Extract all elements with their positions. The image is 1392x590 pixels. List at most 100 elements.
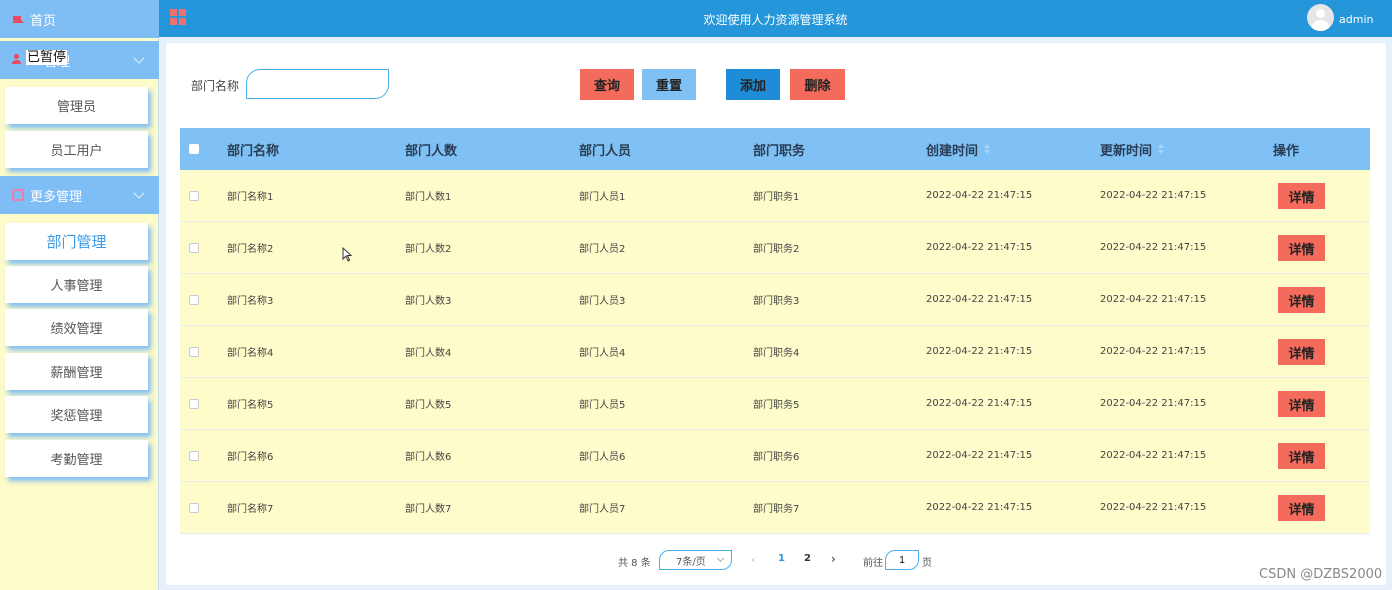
next-page-button[interactable]: › bbox=[831, 552, 836, 566]
window-icon bbox=[12, 189, 24, 201]
sidebar-item-reward[interactable]: 奖惩管理 bbox=[5, 396, 148, 433]
cell-position: 部门职务2 bbox=[753, 244, 800, 255]
detail-button[interactable]: 详情 bbox=[1278, 287, 1325, 313]
table-row[interactable]: 部门名称6 部门人数6 部门人员6 部门职务6 2022-04-22 21:47:15 2… bbox=[180, 430, 1370, 482]
sidebar-item-label: 人事管理 bbox=[50, 279, 103, 294]
table-row[interactable]: 部门名称4 部门人数4 部门人员4 部门职务4 2022-04-22 21:47:15 2… bbox=[180, 326, 1370, 378]
prev-page-button[interactable]: ‹ bbox=[751, 553, 755, 566]
detail-button[interactable]: 详情 bbox=[1278, 339, 1325, 365]
header-created-label: 创建时间 bbox=[926, 143, 979, 159]
department-name-input[interactable] bbox=[246, 69, 389, 99]
table-row[interactable]: 部门名称1 部门人数1 部门人员1 部门职务1 2022-04-22 21:47:15 2… bbox=[180, 170, 1370, 222]
cell-updated: 2022-04-22 21:47:15 bbox=[1100, 190, 1207, 201]
table-row[interactable]: 部门名称7 部门人数7 部门人员7 部门职务7 2022-04-22 21:47:15 2… bbox=[180, 482, 1370, 534]
cell-updated: 2022-04-22 21:47:15 bbox=[1100, 398, 1207, 409]
cell-count: 部门人数7 bbox=[405, 504, 452, 515]
goto-page-input[interactable] bbox=[885, 550, 919, 570]
cell-created: 2022-04-22 21:47:15 bbox=[926, 242, 1033, 253]
page-1[interactable]: 1 bbox=[778, 553, 785, 564]
select-all-checkbox[interactable] bbox=[189, 144, 199, 154]
user-icon bbox=[12, 54, 24, 66]
cell-position: 部门职务3 bbox=[753, 296, 800, 307]
paused-overlay: 已暂停 bbox=[26, 50, 68, 65]
table-row[interactable]: 部门名称3 部门人数3 部门人员3 部门职务3 2022-04-22 21:47:15 2… bbox=[180, 274, 1370, 326]
row-checkbox[interactable] bbox=[189, 450, 199, 461]
cell-position: 部门职务1 bbox=[753, 192, 800, 203]
row-checkbox[interactable] bbox=[189, 398, 199, 409]
cell-members: 部门人员1 bbox=[579, 192, 626, 203]
detail-button[interactable]: 详情 bbox=[1278, 391, 1325, 417]
header-members: 部门人员 bbox=[579, 143, 632, 159]
table-header: 部门名称 部门人数 部门人员 部门职务 创建时间 更新时间 操作 bbox=[180, 128, 1370, 170]
header-updated[interactable]: 更新时间 bbox=[1100, 128, 1165, 170]
sort-icon[interactable] bbox=[984, 144, 991, 154]
cell-created: 2022-04-22 21:47:15 bbox=[926, 294, 1033, 305]
detail-button[interactable]: 详情 bbox=[1278, 183, 1325, 209]
sidebar-item-attendance[interactable]: 考勤管理 bbox=[5, 440, 148, 477]
page-2[interactable]: 2 bbox=[804, 553, 811, 564]
cell-name: 部门名称6 bbox=[227, 452, 274, 463]
search-label: 部门名称 bbox=[191, 79, 240, 93]
row-checkbox[interactable] bbox=[189, 242, 199, 253]
cell-count: 部门人数5 bbox=[405, 400, 452, 411]
cell-updated: 2022-04-22 21:47:15 bbox=[1100, 450, 1207, 461]
sidebar-item-staff[interactable]: 员工用户 bbox=[5, 131, 148, 168]
sidebar-home[interactable]: 首页 bbox=[0, 0, 159, 38]
query-button[interactable]: 查询 bbox=[580, 69, 634, 100]
row-checkbox[interactable] bbox=[189, 294, 199, 305]
detail-button[interactable]: 详情 bbox=[1278, 443, 1325, 469]
sidebar-item-performance[interactable]: 绩效管理 bbox=[5, 309, 148, 346]
cell-name: 部门名称7 bbox=[227, 504, 274, 515]
sidebar-group-manage[interactable]: 管理 bbox=[0, 41, 159, 79]
cell-count: 部门人数4 bbox=[405, 348, 452, 359]
cell-name: 部门名称4 bbox=[227, 348, 274, 359]
row-checkbox[interactable] bbox=[189, 190, 199, 201]
avatar[interactable] bbox=[1307, 4, 1334, 31]
table-row[interactable]: 部门名称2 部门人数2 部门人员2 部门职务2 2022-04-22 21:47:15 2… bbox=[180, 222, 1370, 274]
cell-position: 部门职务7 bbox=[753, 504, 800, 515]
cell-position: 部门职务5 bbox=[753, 400, 800, 411]
cell-name: 部门名称1 bbox=[227, 192, 274, 203]
cell-created: 2022-04-22 21:47:15 bbox=[926, 502, 1033, 513]
cell-created: 2022-04-22 21:47:15 bbox=[926, 190, 1033, 201]
table-row[interactable]: 部门名称5 部门人数5 部门人员5 部门职务5 2022-04-22 21:47:15 2… bbox=[180, 378, 1370, 430]
cell-count: 部门人数1 bbox=[405, 192, 452, 203]
detail-button[interactable]: 详情 bbox=[1278, 495, 1325, 521]
sidebar-item-admin[interactable]: 管理员 bbox=[5, 87, 148, 124]
chevron-up-icon bbox=[133, 52, 145, 64]
sidebar-item-label: 管理员 bbox=[56, 100, 96, 115]
sidebar-item-label: 员工用户 bbox=[50, 144, 103, 159]
sidebar-item-label: 薪酬管理 bbox=[50, 366, 103, 381]
sidebar-item-department[interactable]: 部门管理 bbox=[5, 223, 148, 260]
cell-name: 部门名称5 bbox=[227, 400, 274, 411]
app-title: 欢迎使用人力资源管理系统 bbox=[703, 13, 848, 27]
add-button[interactable]: 添加 bbox=[726, 69, 780, 100]
header-actions: 操作 bbox=[1273, 143, 1300, 159]
user-name[interactable]: admin bbox=[1339, 13, 1373, 26]
cell-position: 部门职务4 bbox=[753, 348, 800, 359]
delete-button[interactable]: 删除 bbox=[790, 69, 845, 100]
page-size-select[interactable]: 7条/页 bbox=[659, 550, 732, 570]
sidebar-item-salary[interactable]: 薪酬管理 bbox=[5, 353, 148, 390]
sidebar-item-label: 奖惩管理 bbox=[50, 409, 103, 424]
chevron-down-icon bbox=[716, 554, 725, 563]
chevron-up-icon bbox=[133, 187, 145, 199]
home-icon bbox=[12, 11, 24, 23]
department-table: 部门名称 部门人数 部门人员 部门职务 创建时间 更新时间 操作 部门名称1 部门… bbox=[180, 128, 1370, 534]
header-created[interactable]: 创建时间 bbox=[926, 128, 991, 170]
reset-button[interactable]: 重置 bbox=[642, 69, 696, 100]
sort-icon[interactable] bbox=[1158, 144, 1165, 154]
detail-button[interactable]: 详情 bbox=[1278, 235, 1325, 261]
cell-members: 部门人员3 bbox=[579, 296, 626, 307]
row-checkbox[interactable] bbox=[189, 502, 199, 513]
row-checkbox[interactable] bbox=[189, 346, 199, 357]
sidebar-group-more[interactable]: 更多管理 bbox=[0, 176, 159, 214]
page-size-value: 7条/页 bbox=[676, 556, 706, 568]
content-panel: 部门名称 查询 重置 添加 删除 部门名称 部门人数 部门人员 部门职务 创建时… bbox=[166, 43, 1386, 585]
page-suffix: 页 bbox=[922, 558, 932, 569]
cell-name: 部门名称2 bbox=[227, 244, 274, 255]
cell-members: 部门人员5 bbox=[579, 400, 626, 411]
cell-updated: 2022-04-22 21:47:15 bbox=[1100, 502, 1207, 513]
header-count: 部门人数 bbox=[405, 143, 458, 159]
sidebar-item-personnel[interactable]: 人事管理 bbox=[5, 266, 148, 303]
